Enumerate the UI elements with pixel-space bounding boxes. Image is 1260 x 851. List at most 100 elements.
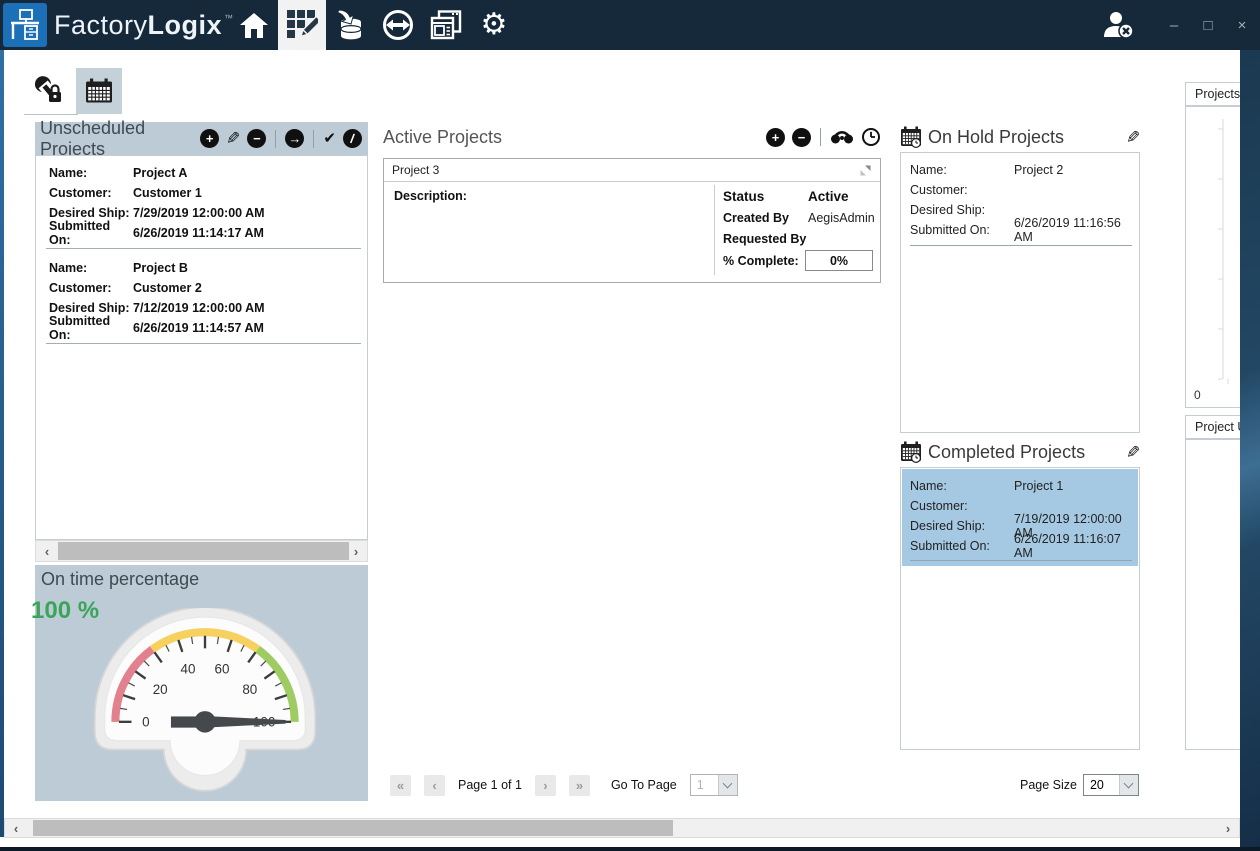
svg-text:20: 20 (153, 682, 168, 697)
maximize-button[interactable]: □ (1198, 17, 1218, 34)
scroll-left-arrow[interactable]: ‹ (5, 819, 27, 837)
remove-active-button[interactable]: − (792, 128, 811, 147)
project-name: Project B (133, 261, 188, 275)
remove-project-button[interactable]: − (247, 129, 266, 148)
active-project-card[interactable]: Project 3 Description: Status Active Cre… (383, 158, 881, 283)
advance-project-button[interactable]: → (285, 129, 304, 148)
title-bar: FactoryLogix™ (0, 0, 1260, 50)
nav-reports-button[interactable] (422, 0, 470, 50)
calendar-clock-icon (900, 126, 922, 148)
project-submitted-on: 6/26/2019 11:14:17 AM (133, 226, 264, 240)
unscheduled-projects-title: Unscheduled Projects (40, 118, 200, 160)
expand-card-icon[interactable] (859, 164, 872, 177)
project-name: Project A (133, 166, 187, 180)
brand-factory: Factory (54, 10, 148, 41)
scroll-left-arrow[interactable]: ‹ (36, 541, 58, 561)
created-by-label: Created By (723, 211, 789, 225)
on-hold-title: On Hold Projects (928, 127, 1064, 148)
field-label: Customer: (910, 499, 1014, 513)
scroll-right-arrow[interactable]: › (345, 541, 367, 561)
entry-separator (46, 248, 361, 249)
page-size-combo[interactable]: 20 (1083, 774, 1139, 796)
edit-on-hold-button[interactable]: ✎ (1126, 128, 1140, 147)
active-card-title: Project 3 (392, 163, 439, 177)
scrollbar-thumb[interactable] (33, 820, 673, 836)
pagination-bar: « ‹ Page 1 of 1 › » Go To Page 1 (390, 774, 738, 796)
card-divider (714, 185, 715, 275)
history-clock-icon[interactable] (861, 127, 881, 147)
requested-by-label: Requested By (723, 232, 806, 246)
project-submitted-on: 6/26/2019 11:14:57 AM (133, 321, 264, 335)
nav-planning-button[interactable] (278, 0, 326, 50)
add-active-button[interactable]: + (766, 128, 785, 147)
page-size-dropdown-button[interactable] (1119, 775, 1138, 795)
field-label: Desired Ship: (49, 301, 133, 315)
field-label: Name: (49, 166, 133, 180)
window-frame-right (1240, 50, 1260, 851)
field-label: Submitted On: (49, 314, 133, 342)
logout-user-icon[interactable] (1102, 10, 1136, 40)
scroll-right-arrow[interactable]: › (1217, 819, 1239, 837)
active-toolbar: + − (766, 127, 881, 147)
svg-text:0: 0 (142, 714, 149, 729)
entry-separator (910, 560, 1132, 561)
nav-transfer-button[interactable] (374, 0, 422, 50)
minimize-button[interactable]: – (1164, 17, 1184, 34)
cancel-button[interactable]: / (341, 127, 363, 149)
accept-button[interactable]: ✔ (323, 129, 336, 148)
field-label: Customer: (49, 281, 133, 295)
tab-setup[interactable] (26, 68, 72, 114)
axis-zero-label: 0 (1194, 388, 1201, 402)
first-page-button[interactable]: « (390, 775, 411, 796)
scrollbar-thumb[interactable] (58, 542, 349, 560)
nav-home-button[interactable] (230, 0, 278, 50)
add-project-button[interactable]: + (200, 129, 219, 148)
completed-header: Completed Projects ✎ (900, 439, 1140, 465)
unscheduled-project-item[interactable]: Name:Project B Customer:Customer 2 Desir… (49, 258, 359, 338)
on-hold-header: On Hold Projects ✎ (900, 124, 1140, 150)
active-projects-header: Active Projects + − (383, 124, 881, 150)
unscheduled-projects-list: Name:Project A Customer: Customer 1 Desir… (35, 155, 368, 540)
tab-strip-divider (24, 114, 78, 115)
unscheduled-project-item[interactable]: Name:Project A Customer:Customer 1 Desir… (49, 163, 359, 243)
goto-page-combo[interactable]: 1 (690, 774, 738, 796)
calendar-clock-icon (900, 441, 922, 463)
unscheduled-hscrollbar[interactable]: ‹ › (35, 540, 368, 562)
desk-computer-icon (8, 8, 42, 42)
active-card-header: Project 3 (384, 159, 880, 182)
next-page-button[interactable]: › (535, 775, 556, 796)
created-by-value: AegisAdmin (808, 211, 875, 225)
page-indicator: Page 1 of 1 (458, 778, 522, 792)
completed-project-item[interactable]: Name:Project 1 Customer: Desired Ship:7/… (910, 476, 1135, 556)
last-page-button[interactable]: » (569, 775, 590, 796)
chevron-down-icon (723, 779, 733, 789)
edit-project-button[interactable]: ✎ (226, 129, 240, 148)
nav-settings-button[interactable]: ⚙ (470, 0, 518, 50)
goto-page-dropdown-button[interactable] (718, 775, 737, 795)
page-size-control: Page Size 20 (1020, 774, 1139, 796)
edit-completed-button[interactable]: ✎ (1126, 443, 1140, 462)
reports-windows-icon (430, 10, 462, 40)
main-hscrollbar[interactable]: ‹ › (4, 818, 1240, 838)
on-time-gauge: 0 20 40 60 80 100 (77, 608, 333, 798)
project-desired-ship: 7/12/2019 12:00:00 AM (133, 301, 265, 315)
svg-text:60: 60 (215, 661, 230, 676)
on-hold-project-item[interactable]: Name:Project 2 Customer: Desired Ship: S… (910, 160, 1135, 240)
previous-page-button[interactable]: ‹ (424, 775, 445, 796)
tab-schedule[interactable] (76, 68, 122, 114)
completed-title: Completed Projects (928, 442, 1085, 463)
project-customer: Customer 1 (133, 186, 202, 200)
window-frame-edge (0, 847, 1260, 851)
nav-materials-button[interactable] (326, 0, 374, 50)
close-button[interactable]: × (1232, 17, 1252, 34)
toolbar-divider (820, 128, 821, 146)
home-icon (239, 12, 269, 39)
field-label: Name: (910, 479, 1014, 493)
gear-icon: ⚙ (481, 10, 508, 40)
goto-page-value: 1 (691, 775, 718, 795)
chevron-down-icon (1124, 779, 1134, 789)
active-projects-title: Active Projects (383, 127, 502, 148)
find-binoculars-icon[interactable] (830, 130, 854, 144)
percent-complete-label: % Complete: (723, 254, 799, 268)
transfer-arrows-icon (382, 9, 414, 41)
